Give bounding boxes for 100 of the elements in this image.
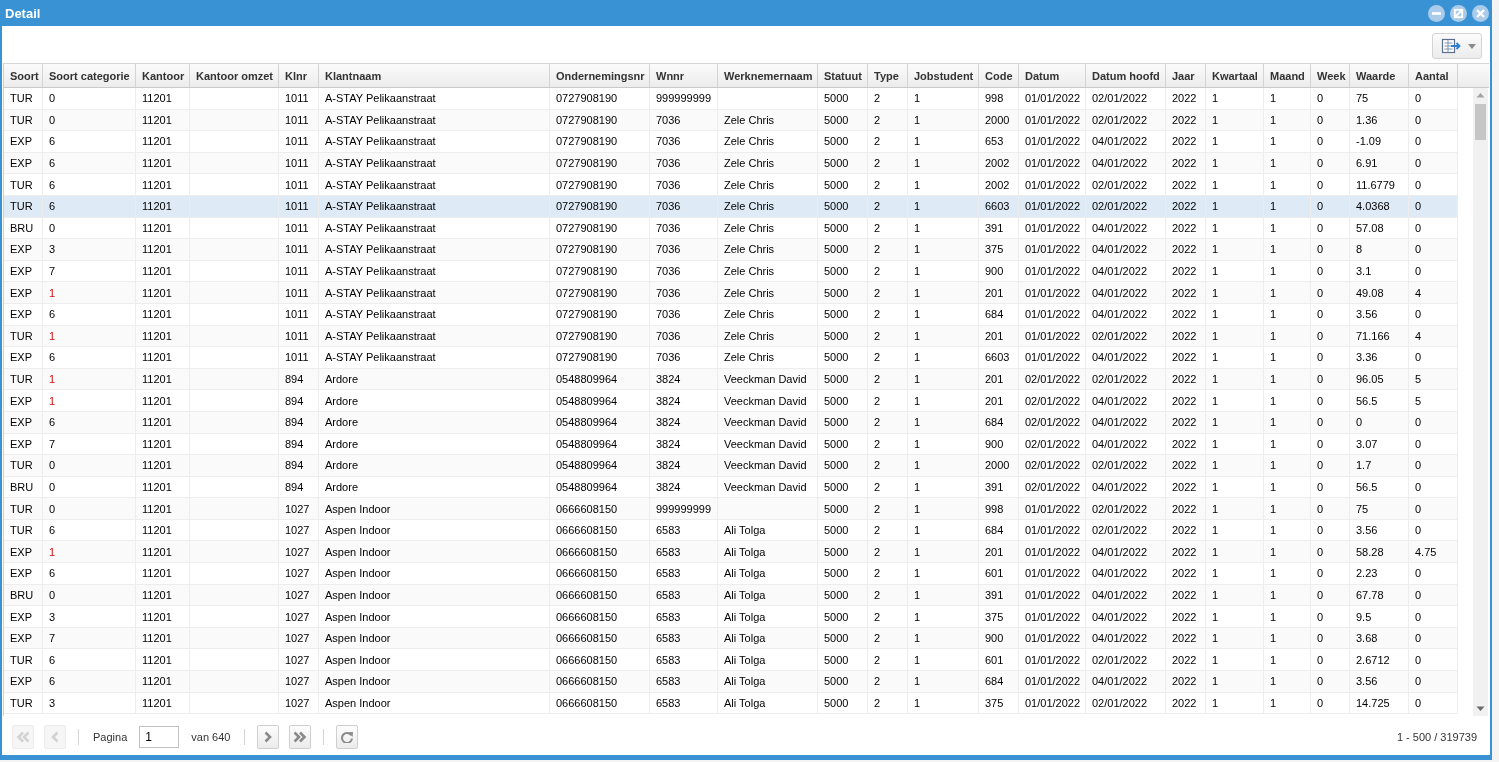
table-cell: EXP [4, 303, 43, 325]
table-cell: 6 [43, 195, 136, 217]
page-number-field[interactable]: 1 [139, 726, 180, 748]
column-header[interactable]: Statuut [818, 64, 868, 87]
table-cell: 2.23 [1350, 563, 1409, 584]
table-cell: 1 [1206, 498, 1264, 519]
table-cell: 0666608150 [550, 606, 650, 627]
table-row[interactable]: EXP 6 11201 1011 A-STAY Pelikaanstraat 0727908190 7036 Zele Chris 5000 2 1 6603 01/01/2022 04/01/2022 2022 1 1 0 3.36 0 [4, 347, 1458, 369]
table-cell: 6 [43, 303, 136, 325]
table-row[interactable]: EXP 1 11201 894 Ardore 0548809964 3824 Veeckman David 5000 2 1 201 02/01/2022 04/01/2022 2022 1 1 0 56.5 5 [4, 390, 1458, 412]
refresh-button[interactable] [336, 725, 359, 749]
table-cell: 7036 [650, 239, 718, 260]
table-row[interactable]: TUR 3 11201 1027 Aspen Indoor 0666608150 6583 Ali Tolga 5000 2 1 375 01/01/2022 02/01/2022 2022 1 1 0 14.725 0 [4, 692, 1458, 715]
column-header[interactable]: Klantnaam [319, 64, 550, 87]
minimize-icon[interactable] [1428, 4, 1445, 22]
table-row[interactable]: EXP 6 11201 1011 A-STAY Pelikaanstraat 0727908190 7036 Zele Chris 5000 2 1 2002 01/01/2022 04/01/2022 2022 1 1 0 6.91 0 [4, 152, 1458, 175]
table-cell: 1 [1264, 433, 1311, 455]
table-cell: 2022 [1166, 541, 1206, 563]
table-cell: 1027 [279, 584, 319, 606]
table-cell: 684 [979, 671, 1019, 692]
column-header[interactable]: Type [868, 64, 908, 87]
table-cell: EXP [4, 131, 43, 152]
table-cell: 1 [1206, 303, 1264, 325]
table-row[interactable]: EXP 3 11201 1011 A-STAY Pelikaanstraat 0727908190 7036 Zele Chris 5000 2 1 375 01/01/2022 04/01/2022 2022 1 1 0 8 0 [4, 239, 1458, 261]
table-cell: 5000 [818, 131, 868, 152]
column-header[interactable]: Jaar [1166, 64, 1206, 87]
table-cell: 2022 [1166, 671, 1206, 692]
column-header[interactable]: Werknemernaam [718, 64, 818, 87]
restore-icon[interactable] [1450, 4, 1467, 22]
table-cell: 0 [1311, 541, 1350, 563]
table-cell: 0 [1409, 303, 1458, 325]
column-header[interactable]: Aantal [1409, 64, 1458, 87]
table-row[interactable]: TUR 6 11201 1027 Aspen Indoor 0666608150 6583 Ali Tolga 5000 2 1 684 01/01/2022 02/01/2022 2022 1 1 0 3.56 0 [4, 519, 1458, 542]
table-cell: 01/01/2022 [1019, 152, 1086, 174]
table-row[interactable]: EXP 6 11201 1011 A-STAY Pelikaanstraat 0727908190 7036 Zele Chris 5000 2 1 684 01/01/2022 04/01/2022 2022 1 1 0 3.56 0 [4, 303, 1458, 326]
table-cell: 11201 [136, 649, 190, 671]
close-icon[interactable] [1472, 4, 1489, 22]
export-menu-button[interactable] [1432, 33, 1482, 59]
last-page-button[interactable] [289, 725, 312, 749]
table-row[interactable]: EXP 6 11201 894 Ardore 0548809964 3824 Veeckman David 5000 2 1 684 02/01/2022 04/01/2022 2022 1 1 0 0 0 [4, 411, 1458, 434]
column-header[interactable]: Wnnr [650, 64, 718, 87]
table-cell: 0 [1311, 260, 1350, 282]
table-cell: 4 [1409, 282, 1458, 303]
table-row[interactable]: EXP 1 11201 1027 Aspen Indoor 0666608150 6583 Ali Tolga 5000 2 1 201 01/01/2022 04/01/2022 2022 1 1 0 58.28 4.75 [4, 541, 1458, 564]
table-cell: 391 [979, 476, 1019, 498]
table-cell: 0 [43, 476, 136, 498]
table-cell: 1011 [279, 88, 319, 109]
table-cell: 1 [1264, 347, 1311, 368]
table-row[interactable]: TUR 0 11201 894 Ardore 0548809964 3824 Veeckman David 5000 2 1 2000 02/01/2022 02/01/2022 2022 1 1 0 1.7 0 [4, 455, 1458, 477]
table-row[interactable]: TUR 6 11201 1011 A-STAY Pelikaanstraat 0727908190 7036 Zele Chris 5000 2 1 2002 01/01/2022 02/01/2022 2022 1 1 0 11.6779 0 [4, 174, 1458, 196]
column-header[interactable]: Kwartaal [1206, 64, 1264, 87]
table-row[interactable]: EXP 7 11201 1027 Aspen Indoor 0666608150 6583 Ali Tolga 5000 2 1 900 01/01/2022 04/01/2022 2022 1 1 0 3.68 0 [4, 627, 1458, 650]
table-cell: 1 [1264, 411, 1311, 433]
table-row[interactable]: TUR 0 11201 1011 A-STAY Pelikaanstraat 0727908190 7036 Zele Chris 5000 2 1 2000 01/01/2022 02/01/2022 2022 1 1 0 1.36 0 [4, 109, 1458, 132]
table-cell: 201 [979, 390, 1019, 411]
column-header[interactable]: Ondernemingsnr [550, 64, 650, 87]
column-header[interactable]: Kantoor [136, 64, 190, 87]
table-cell: Aspen Indoor [319, 541, 550, 563]
column-header[interactable]: Week [1311, 64, 1350, 87]
table-row[interactable]: TUR 1 11201 894 Ardore 0548809964 3824 Veeckman David 5000 2 1 201 02/01/2022 02/01/2022 2022 1 1 0 96.05 5 [4, 368, 1458, 391]
table-cell: Veeckman David [718, 390, 818, 411]
table-row[interactable]: TUR 0 11201 1011 A-STAY Pelikaanstraat 0727908190 999999999 5000 2 1 998 01/01/2022 02/01/2022 2022 1 1 0 75 0 [4, 88, 1458, 110]
column-header[interactable]: Kantoor omzet [190, 64, 279, 87]
table-row[interactable]: EXP 7 11201 894 Ardore 0548809964 3824 Veeckman David 5000 2 1 900 02/01/2022 04/01/2022 2022 1 1 0 3.07 0 [4, 433, 1458, 456]
table-row[interactable]: EXP 6 11201 1027 Aspen Indoor 0666608150 6583 Ali Tolga 5000 2 1 601 01/01/2022 04/01/2022 2022 1 1 0 2.23 0 [4, 563, 1458, 585]
table-row[interactable]: BRU 0 11201 894 Ardore 0548809964 3824 Veeckman David 5000 2 1 391 02/01/2022 04/01/2022 2022 1 1 0 56.5 0 [4, 476, 1458, 499]
table-cell: Zele Chris [718, 109, 818, 131]
refresh-icon [340, 731, 355, 743]
table-row[interactable]: EXP 6 11201 1011 A-STAY Pelikaanstraat 0727908190 7036 Zele Chris 5000 2 1 653 01/01/2022 04/01/2022 2022 1 1 0 -1.09 0 [4, 131, 1458, 153]
table-row[interactable]: EXP 7 11201 1011 A-STAY Pelikaanstraat 0727908190 7036 Zele Chris 5000 2 1 900 01/01/2022 04/01/2022 2022 1 1 0 3.1 0 [4, 260, 1458, 283]
table-row[interactable]: TUR 0 11201 1027 Aspen Indoor 0666608150 999999999 5000 2 1 998 01/01/2022 02/01/2022 2022 1 1 0 75 0 [4, 498, 1458, 520]
column-header[interactable]: Datum hoofd [1086, 64, 1166, 87]
column-header[interactable]: Klnr [279, 64, 319, 87]
column-header[interactable]: Datum [1019, 64, 1086, 87]
table-row[interactable]: BRU 0 11201 1011 A-STAY Pelikaanstraat 0727908190 7036 Zele Chris 5000 2 1 391 01/01/2022 04/01/2022 2022 1 1 0 57.08 0 [4, 217, 1458, 240]
column-header[interactable]: Waarde [1350, 64, 1409, 87]
column-header[interactable]: Code [979, 64, 1019, 87]
column-header[interactable]: Jobstudent [908, 64, 979, 87]
table-cell: 2022 [1166, 692, 1206, 714]
table-cell: 0 [43, 584, 136, 606]
table-cell: 1 [1206, 390, 1264, 411]
column-header[interactable]: Soort categorie [43, 64, 136, 87]
table-cell: 02/01/2022 [1086, 649, 1166, 671]
table-cell: 6583 [650, 692, 718, 714]
table-cell: 11201 [136, 131, 190, 152]
table-row[interactable]: EXP 1 11201 1011 A-STAY Pelikaanstraat 0727908190 7036 Zele Chris 5000 2 1 201 01/01/2022 04/01/2022 2022 1 1 0 49.08 4 [4, 282, 1458, 304]
table-row[interactable]: EXP 3 11201 1027 Aspen Indoor 0666608150 6583 Ali Tolga 5000 2 1 375 01/01/2022 04/01/2022 2022 1 1 0 9.5 0 [4, 606, 1458, 628]
table-row[interactable]: TUR 6 11201 1027 Aspen Indoor 0666608150 6583 Ali Tolga 5000 2 1 601 01/01/2022 02/01/2022 2022 1 1 0 2.6712 0 [4, 649, 1458, 672]
column-header[interactable]: Maand [1264, 64, 1311, 87]
table-cell: 1 [1206, 671, 1264, 692]
next-page-button[interactable] [257, 725, 280, 749]
table-row[interactable]: BRU 0 11201 1027 Aspen Indoor 0666608150 6583 Ali Tolga 5000 2 1 391 01/01/2022 04/01/2022 2022 1 1 0 67.78 0 [4, 584, 1458, 607]
table-row[interactable]: TUR 6 11201 1011 A-STAY Pelikaanstraat 0727908190 7036 Zele Chris 5000 2 1 6603 01/01/2022 02/01/2022 2022 1 1 0 4.0368 0 [4, 195, 1458, 218]
table-cell: 3.07 [1350, 433, 1409, 455]
column-header[interactable]: Soort [4, 64, 43, 87]
table-row[interactable]: TUR 1 11201 1011 A-STAY Pelikaanstraat 0727908190 7036 Zele Chris 5000 2 1 201 01/01/2022 02/01/2022 2022 1 1 0 71.166 4 [4, 325, 1458, 348]
scrollbar[interactable] [1473, 88, 1488, 716]
table-cell: 1011 [279, 282, 319, 303]
table-row[interactable]: EXP 6 11201 1027 Aspen Indoor 0666608150 6583 Ali Tolga 5000 2 1 684 01/01/2022 04/01/2022 2022 1 1 0 3.56 0 [4, 671, 1458, 693]
scrollbar-thumb[interactable] [1475, 104, 1486, 140]
